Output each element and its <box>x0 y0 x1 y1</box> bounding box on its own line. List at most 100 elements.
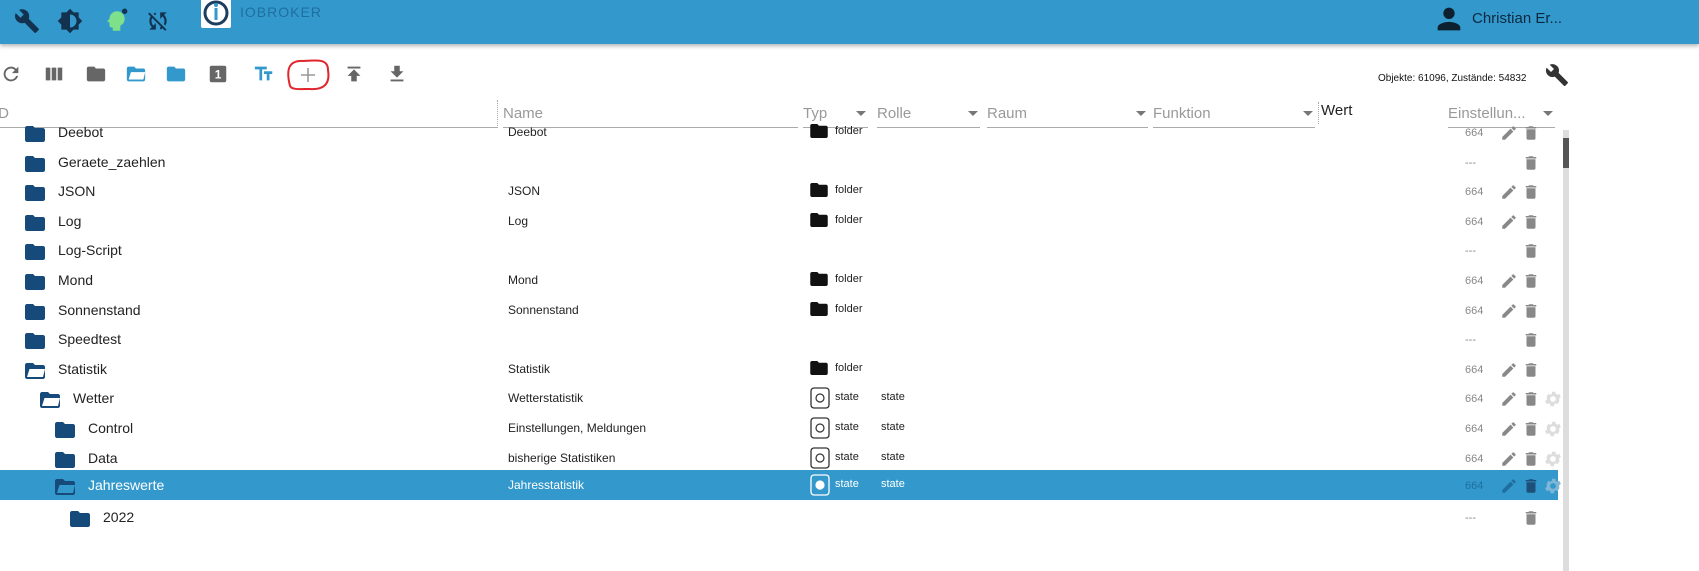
folder-open-icon[interactable] <box>39 391 61 409</box>
brightness-icon[interactable] <box>57 8 83 34</box>
edit-pencil-icon[interactable] <box>1500 213 1518 231</box>
tree-row[interactable]: Geraete_zaehlen --- <box>0 147 1558 177</box>
user-icon[interactable] <box>1432 2 1466 36</box>
edit-pencil-icon[interactable] <box>1500 272 1518 290</box>
acl-value: 664 <box>1465 393 1484 406</box>
folder-icon[interactable] <box>54 451 76 469</box>
acl-value: 664 <box>1465 127 1484 139</box>
delete-trash-icon[interactable] <box>1522 182 1540 202</box>
object-id: 2022 <box>103 508 135 525</box>
expand-level-1-icon[interactable]: 1 <box>207 63 229 85</box>
folder-icon[interactable] <box>24 155 46 173</box>
folder-icon[interactable] <box>24 332 46 350</box>
gear-icon[interactable] <box>1543 389 1563 409</box>
tree-row[interactable]: Mond Mond folder 664 <box>0 265 1558 295</box>
object-type: state <box>835 478 859 491</box>
edit-pencil-icon[interactable] <box>1500 124 1518 142</box>
object-type: folder <box>835 184 863 197</box>
tree-row[interactable]: 2022 --- <box>0 502 1558 532</box>
delete-trash-icon[interactable] <box>1522 153 1540 173</box>
tree-row[interactable]: Log-Script --- <box>0 235 1558 265</box>
tree-row[interactable]: Speedtest --- <box>0 324 1558 354</box>
text-size-icon[interactable] <box>253 63 275 85</box>
delete-trash-icon[interactable] <box>1522 419 1540 439</box>
object-id: Geraete_zaehlen <box>58 153 166 170</box>
folder-icon[interactable] <box>24 303 46 321</box>
delete-trash-icon[interactable] <box>1522 476 1540 496</box>
acl-value: 664 <box>1465 423 1484 435</box>
tree-row[interactable]: Deebot Deebot folder 664 <box>0 117 1558 147</box>
edit-pencil-icon[interactable] <box>1500 183 1518 201</box>
folder-type-icon <box>810 301 828 316</box>
folder-icon[interactable] <box>69 510 91 528</box>
download-icon[interactable] <box>386 63 408 85</box>
add-object-button[interactable] <box>284 56 332 94</box>
object-name: Jahresstatistik <box>508 478 585 493</box>
wrench-icon[interactable] <box>14 8 40 34</box>
folder-open-icon[interactable] <box>24 362 46 380</box>
tree-row[interactable]: Data bisherige Statistiken state state 664 <box>0 443 1561 473</box>
tree-row[interactable]: JSON JSON folder 664 <box>0 176 1558 206</box>
object-type: state <box>835 421 859 433</box>
gear-icon[interactable] <box>1543 476 1563 496</box>
folder-icon[interactable] <box>24 243 46 261</box>
object-type: folder <box>835 302 863 315</box>
object-role: state <box>881 478 905 491</box>
scrollbar[interactable] <box>1563 130 1569 571</box>
folder-icon[interactable] <box>24 273 46 291</box>
folder-icon[interactable] <box>24 125 46 143</box>
expert-mode-head-icon[interactable] <box>103 8 129 34</box>
tree-row[interactable]: Statistik Statistik folder 664 <box>0 354 1558 384</box>
tree-row[interactable]: Sonnenstand Sonnenstand folder 664 <box>0 295 1558 325</box>
delete-trash-icon[interactable] <box>1522 123 1540 143</box>
columns-icon[interactable] <box>43 63 65 85</box>
object-name: Statistik <box>508 361 551 376</box>
edit-pencil-icon[interactable] <box>1500 361 1518 379</box>
folder-icon[interactable] <box>165 63 187 85</box>
delete-trash-icon[interactable] <box>1522 389 1540 409</box>
folder-type-icon <box>810 272 828 286</box>
delete-trash-icon[interactable] <box>1522 212 1540 232</box>
tree-row[interactable]: Jahreswerte Jahresstatistik state state 664 <box>0 470 1561 501</box>
object-role: state <box>881 391 905 404</box>
object-id: Mond <box>58 272 94 288</box>
delete-trash-icon[interactable] <box>1522 271 1540 291</box>
folder-type-icon <box>810 124 828 138</box>
tree-row[interactable]: Log Log folder 664 <box>0 206 1558 236</box>
delete-trash-icon[interactable] <box>1522 301 1540 321</box>
edit-pencil-icon[interactable] <box>1500 420 1518 438</box>
collapse-all-folder-icon[interactable] <box>85 63 107 85</box>
object-role: state <box>881 450 905 463</box>
upload-icon[interactable] <box>343 63 365 85</box>
sync-disabled-icon[interactable] <box>145 8 171 34</box>
refresh-icon[interactable] <box>0 63 22 85</box>
delete-trash-icon[interactable] <box>1522 449 1540 469</box>
delete-trash-icon[interactable] <box>1522 508 1540 528</box>
delete-trash-icon[interactable] <box>1522 360 1540 380</box>
scrollbar-thumb[interactable] <box>1563 138 1569 168</box>
tree-row[interactable]: Wetter Wetterstatistik state state 664 <box>0 383 1561 413</box>
folder-icon[interactable] <box>24 214 46 232</box>
tree-row[interactable]: Control Einstellungen, Meldungen state sta… <box>0 413 1561 443</box>
edit-pencil-icon[interactable] <box>1500 302 1518 320</box>
folder-open-icon[interactable] <box>54 478 76 496</box>
object-type: folder <box>835 361 863 374</box>
object-id: Control <box>88 420 134 436</box>
object-name: Deebot <box>508 125 547 139</box>
delete-trash-icon[interactable] <box>1522 330 1540 350</box>
object-id: Jahreswerte <box>88 477 165 494</box>
user-name[interactable]: Christian Er... <box>1472 10 1562 27</box>
acl-value: 664 <box>1465 215 1484 228</box>
folder-icon[interactable] <box>54 421 76 439</box>
edit-pencil-icon[interactable] <box>1500 450 1518 468</box>
gear-icon[interactable] <box>1543 419 1563 439</box>
object-name: JSON <box>508 184 541 199</box>
edit-pencil-icon[interactable] <box>1500 390 1518 408</box>
expand-all-folder-open-icon[interactable] <box>125 63 147 85</box>
delete-trash-icon[interactable] <box>1522 241 1540 261</box>
settings-wrench-icon[interactable] <box>1545 63 1569 87</box>
edit-pencil-icon[interactable] <box>1500 477 1518 495</box>
gear-icon[interactable] <box>1543 449 1563 469</box>
folder-icon[interactable] <box>24 184 46 202</box>
acl-value: --- <box>1465 334 1476 347</box>
